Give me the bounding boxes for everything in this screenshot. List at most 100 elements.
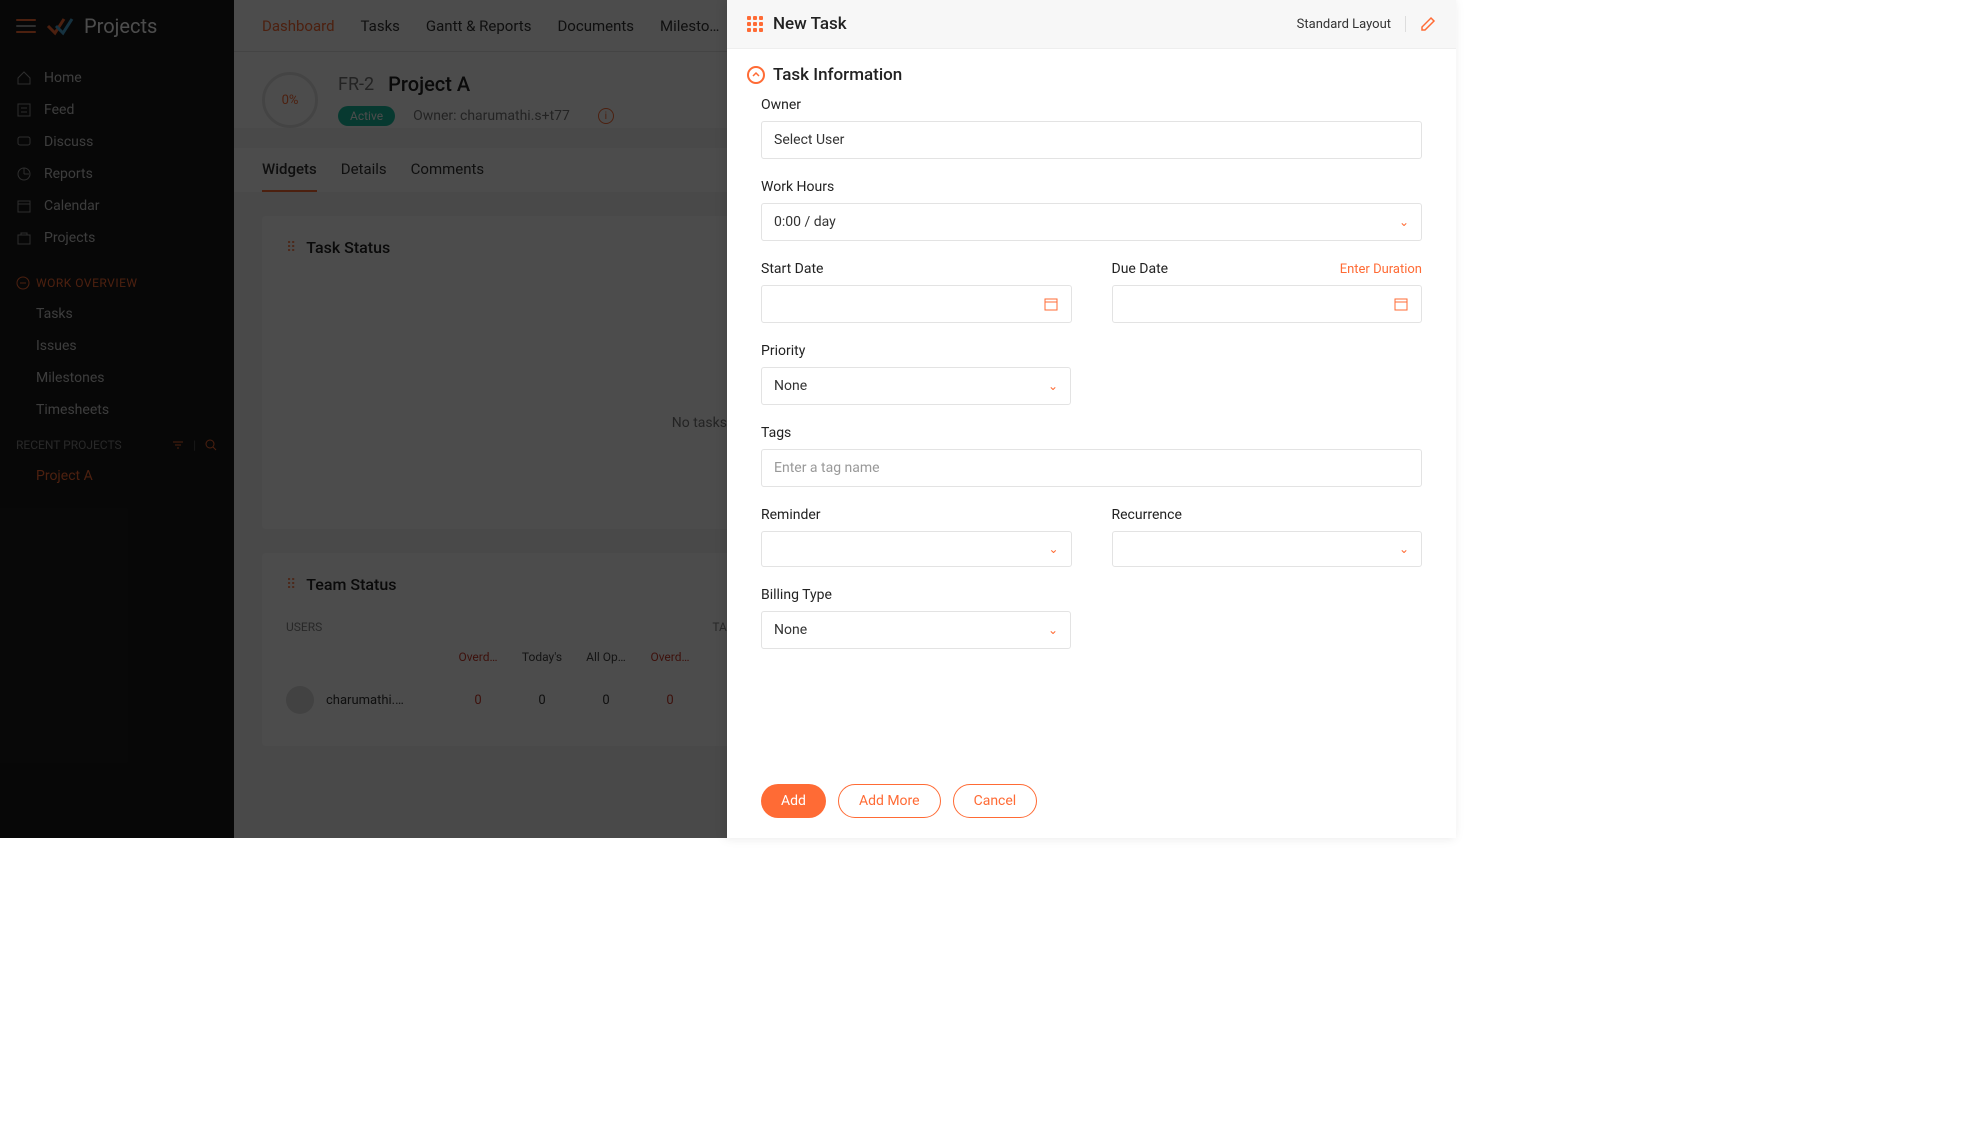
hamburger-icon[interactable] [16,19,36,33]
chevron-down-icon: ⌄ [1048,623,1058,637]
recent-actions: | [171,438,218,452]
separator [1405,16,1406,32]
nav-reports[interactable]: Reports [0,158,234,190]
field-tags: Tags Enter a tag name [761,425,1422,487]
nav-projects[interactable]: Projects [0,222,234,254]
reminder-select[interactable]: ⌄ [761,531,1072,567]
priority-select[interactable]: None⌄ [761,367,1071,405]
overview-label: WORK OVERVIEW [36,276,138,290]
field-owner: Owner Select User [761,97,1422,159]
sidebar: Projects Home Feed Discuss Reports Calen… [0,0,234,838]
due-date-input[interactable] [1112,285,1423,323]
subcol-today: Today's [510,650,574,664]
nav-issues[interactable]: Issues [0,330,234,362]
field-reminder: Reminder ⌄ [761,507,1072,567]
nav-label: Tasks [36,306,73,322]
cell-val: 0 [446,693,510,708]
work-hours-label: Work Hours [761,179,1422,195]
nav-label: Discuss [44,134,93,150]
chevron-down-icon: ⌄ [1048,542,1058,556]
info-icon[interactable]: i [598,108,614,124]
tab-milestones[interactable]: Milesto… [660,3,719,49]
nav-label: Home [44,70,82,86]
collapse-icon [747,66,765,84]
nav-timesheets[interactable]: Timesheets [0,394,234,426]
status-badge: Active [338,106,395,126]
start-date-input[interactable] [761,285,1072,323]
field-recurrence: Recurrence ⌄ [1112,507,1423,567]
nav-main: Home Feed Discuss Reports Calendar Proje… [0,52,234,264]
col-users: USERS [286,620,506,634]
minus-circle-icon [16,276,30,290]
layout-label[interactable]: Standard Layout [1297,17,1391,32]
home-icon [16,70,32,86]
recurrence-label: Recurrence [1112,507,1423,523]
tab-dashboard[interactable]: Dashboard [262,3,335,49]
tab-tasks[interactable]: Tasks [361,3,400,49]
recurrence-select[interactable]: ⌄ [1112,531,1423,567]
projects-icon [16,230,32,246]
reports-icon [16,166,32,182]
tab-documents[interactable]: Documents [557,3,634,49]
tags-input[interactable]: Enter a tag name [761,449,1422,487]
chevron-down-icon: ⌄ [1048,379,1058,393]
search-icon[interactable] [204,438,218,452]
cell-val: 0 [574,693,638,708]
section-header[interactable]: Task Information [727,49,1456,93]
enter-duration-link[interactable]: Enter Duration [1340,262,1422,277]
nav-label: Milestones [36,370,105,386]
add-button[interactable]: Add [761,784,826,818]
add-more-button[interactable]: Add More [838,784,941,818]
chevron-down-icon: ⌄ [1399,542,1409,556]
cancel-button[interactable]: Cancel [953,784,1038,818]
tab-gantt[interactable]: Gantt & Reports [426,3,532,49]
sidebar-header: Projects [0,0,234,52]
overview-header[interactable]: WORK OVERVIEW [0,264,234,298]
panel-header: New Task Standard Layout [727,0,1456,49]
progress-ring: 0% [262,72,318,128]
nav-calendar[interactable]: Calendar [0,190,234,222]
subtab-comments[interactable]: Comments [411,148,485,192]
nav-discuss[interactable]: Discuss [0,126,234,158]
billing-select[interactable]: None⌄ [761,611,1071,649]
drag-icon[interactable]: ⠿ [286,240,296,256]
subtab-details[interactable]: Details [341,148,387,192]
subtab-widgets[interactable]: Widgets [262,148,317,192]
reminder-label: Reminder [761,507,1072,523]
username: charumathi.… [326,693,446,708]
nav-label: Issues [36,338,77,354]
overview-items: Tasks Issues Milestones Timesheets [0,298,234,426]
nav-label: Feed [44,102,74,118]
section-title: Task Information [773,65,902,85]
discuss-icon [16,134,32,150]
nav-tasks[interactable]: Tasks [0,298,234,330]
filter-icon[interactable] [171,438,185,452]
owner-label: Owner [761,97,1422,113]
nav-feed[interactable]: Feed [0,94,234,126]
panel-title: New Task [773,14,847,34]
apps-icon[interactable] [747,16,763,32]
owner-select[interactable]: Select User [761,121,1422,159]
billing-label: Billing Type [761,587,1071,603]
field-billing: Billing Type None⌄ [761,587,1071,649]
calendar-icon [16,198,32,214]
drag-icon[interactable]: ⠿ [286,577,296,593]
field-due-date: Due Date Enter Duration [1112,261,1423,323]
recent-project-link[interactable]: Project A [0,460,234,492]
priority-label: Priority [761,343,1071,359]
cell-val: 0 [638,693,702,708]
field-work-hours: Work Hours 0:00 / day⌄ [761,179,1422,241]
widget-title: Task Status [306,238,390,257]
work-hours-select[interactable]: 0:00 / day⌄ [761,203,1422,241]
subcol-overdue: Overd… [446,650,510,664]
logo-icon [46,15,74,37]
nav-home[interactable]: Home [0,62,234,94]
field-priority: Priority None⌄ [761,343,1071,405]
due-date-label: Due Date [1112,261,1169,277]
field-start-date: Start Date [761,261,1072,323]
nav-label: Timesheets [36,402,109,418]
calendar-icon [1043,296,1059,312]
pencil-icon[interactable] [1420,16,1436,32]
subcol-overdue2: Overd… [638,650,702,664]
nav-milestones[interactable]: Milestones [0,362,234,394]
